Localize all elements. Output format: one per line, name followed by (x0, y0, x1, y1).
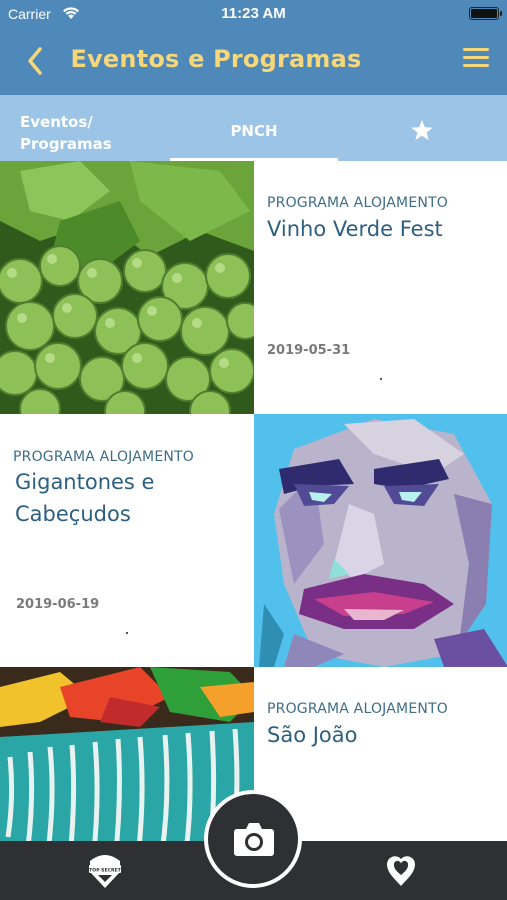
top-secret-badge-icon[interactable]: TOP SECRET (88, 851, 122, 889)
top-secret-badge-text: TOP SECRET (89, 868, 121, 874)
segment-tabs: Eventos/ Programas PNCH (0, 95, 507, 161)
event-title: Gigantones e Cabeçudos (15, 466, 245, 530)
event-title: São João (267, 723, 358, 747)
event-date: 2019-06-19 (16, 597, 100, 612)
tab-pnch-label: PNCH (230, 122, 278, 140)
event-category: PROGRAMA ALOJAMENTO (267, 701, 449, 717)
event-card-vinho-verde[interactable]: PROGRAMA ALOJAMENTO Vinho Verde Fest 201… (254, 161, 507, 414)
tab-pnch[interactable]: PNCH (170, 95, 338, 161)
screen: Carrier 11:23 AM Eventos e Programas Eve… (0, 0, 507, 900)
event-title-line1: Gigantones e (15, 470, 155, 494)
clock: 11:23 AM (221, 5, 286, 22)
tab-eventos-programas[interactable]: Eventos/ Programas (20, 111, 130, 153)
page-title: Eventos e Programas (70, 45, 362, 73)
top-bar: Carrier 11:23 AM Eventos e Programas (0, 0, 507, 95)
event-title-line2: Cabeçudos (15, 502, 131, 526)
event-category: PROGRAMA ALOJAMENTO (267, 195, 449, 211)
tab-favorites[interactable] (400, 95, 444, 161)
event-image-vinho-verde[interactable] (0, 161, 254, 414)
hamburger-menu-icon[interactable] (463, 48, 489, 72)
event-card-gigantones[interactable]: PROGRAMA ALOJAMENTO Gigantones e Cabeçud… (0, 414, 254, 667)
star-icon (411, 120, 433, 141)
event-date: 2019-05-31 (267, 343, 351, 358)
tab-eventos-line1: Eventos/ (20, 113, 93, 131)
heart-location-icon[interactable] (385, 853, 417, 887)
green-grapes-image (0, 161, 254, 414)
camera-button[interactable] (204, 790, 302, 888)
event-image-gigantones[interactable] (254, 414, 507, 667)
events-grid: PROGRAMA ALOJAMENTO Vinho Verde Fest 201… (0, 161, 507, 900)
event-category: PROGRAMA ALOJAMENTO (13, 449, 195, 465)
event-title: Vinho Verde Fest (267, 217, 443, 241)
tab-eventos-line2: Programas (20, 135, 112, 153)
divider-dot (126, 632, 128, 634)
camera-icon (234, 823, 274, 856)
navigation-bar: Eventos e Programas (0, 28, 507, 95)
divider-dot (380, 378, 382, 380)
battery-icon (469, 7, 502, 20)
status-bar: Carrier 11:23 AM (0, 0, 507, 28)
painted-face-image (254, 414, 507, 667)
